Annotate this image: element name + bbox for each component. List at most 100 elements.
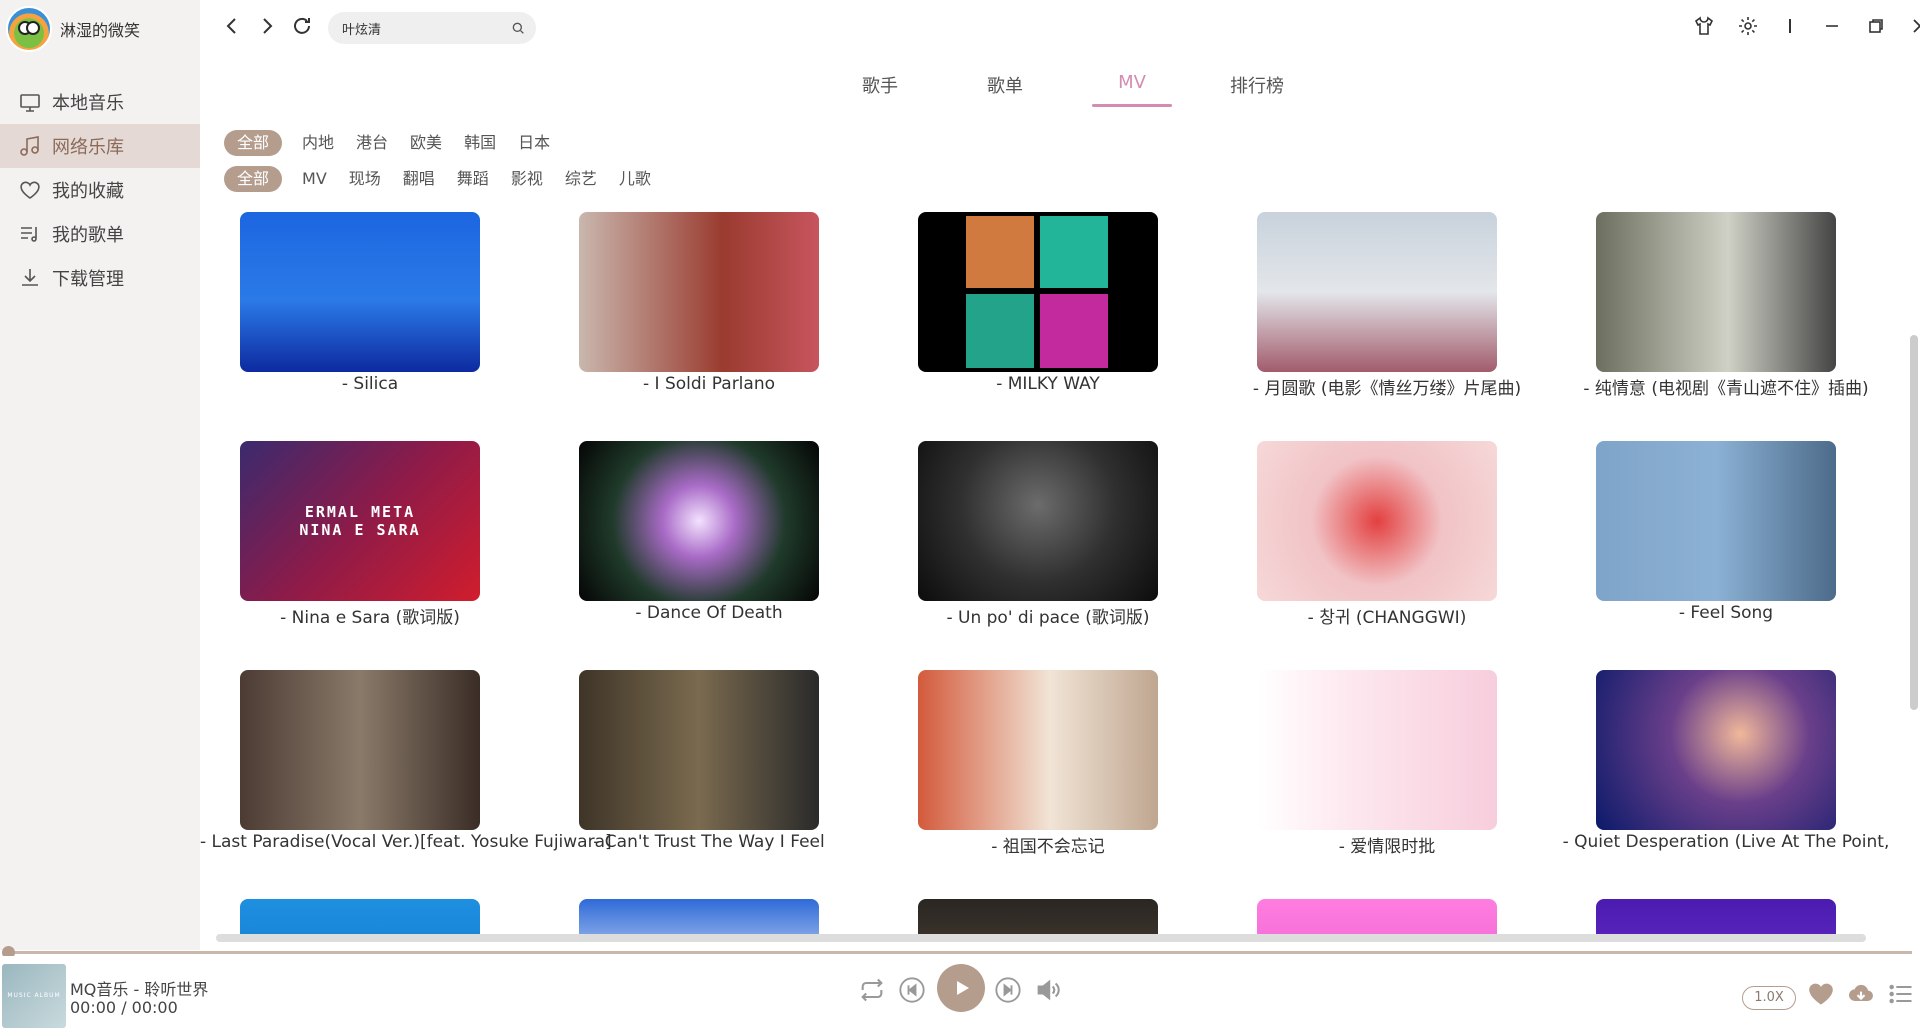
playback-progress-bar[interactable]	[8, 951, 1912, 954]
vertical-scrollbar[interactable]	[1910, 335, 1918, 710]
tab-playlists[interactable]: 歌单	[965, 72, 1045, 98]
sidebar-item-online-library[interactable]: 网络乐库	[0, 124, 200, 168]
mv-thumbnail[interactable]	[1257, 212, 1497, 372]
mv-caption[interactable]: - 祖国不会忘记	[878, 832, 1218, 857]
heart-icon	[1809, 983, 1833, 1005]
playlist-queue-button[interactable]	[1886, 980, 1916, 1008]
play-icon	[957, 981, 969, 995]
mv-caption[interactable]: - 纯情意 (电视剧《青山遮不住》插曲)	[1556, 374, 1896, 399]
minimize-button[interactable]	[1820, 14, 1844, 38]
mv-thumbnail[interactable]	[1596, 441, 1836, 601]
category-chip-kids[interactable]: 儿歌	[619, 166, 651, 192]
chevron-right-icon	[263, 18, 273, 34]
album-cover[interactable]: MUSIC ALBUM	[2, 964, 66, 1028]
search-box[interactable]	[328, 12, 536, 44]
mv-caption[interactable]: - Dance Of Death	[539, 603, 879, 623]
region-chip-japan[interactable]: 日本	[518, 130, 550, 156]
sidebar-item-label: 我的收藏	[52, 181, 124, 202]
mv-thumbnail[interactable]	[240, 212, 480, 372]
mv-thumbnail[interactable]	[240, 670, 480, 830]
skin-button[interactable]	[1692, 14, 1716, 38]
search-input[interactable]	[342, 20, 510, 36]
sidebar: 淋湿的微笑 本地音乐 网络乐库 我的收藏 我的歌单 下载管理	[0, 0, 200, 950]
avatar[interactable]	[6, 6, 52, 52]
mv-caption[interactable]: - Silica	[200, 374, 540, 394]
forward-button[interactable]	[255, 14, 279, 38]
mv-caption[interactable]: - Can't Trust The Way I Feel	[539, 832, 879, 852]
loop-mode-button[interactable]	[858, 976, 886, 1004]
milky-way-art	[966, 216, 1108, 368]
mv-caption[interactable]: - MILKY WAY	[878, 374, 1218, 394]
mv-thumbnail[interactable]	[1596, 670, 1836, 830]
mv-thumbnail[interactable]	[918, 670, 1158, 830]
playback-speed-button[interactable]: 1.0X	[1742, 986, 1796, 1010]
sidebar-item-downloads[interactable]: 下载管理	[0, 256, 200, 300]
mv-thumbnail[interactable]	[1257, 441, 1497, 601]
refresh-icon	[294, 17, 310, 34]
region-filter: 全部 内地 港台 欧美 韩国 日本	[224, 130, 572, 156]
mv-thumbnail[interactable]: ERMAL META NINA E SARA	[240, 441, 480, 601]
mv-thumbnail[interactable]	[918, 899, 1158, 934]
mv-thumbnail[interactable]	[918, 212, 1158, 372]
category-chip-all[interactable]: 全部	[224, 166, 283, 192]
mv-thumbnail[interactable]	[1596, 212, 1836, 372]
tshirt-icon	[1694, 16, 1714, 35]
mv-thumbnail[interactable]	[579, 441, 819, 601]
mv-caption[interactable]: - Un po' di pace (歌词版)	[878, 603, 1218, 628]
category-chip-film[interactable]: 影视	[511, 166, 543, 192]
previous-button[interactable]	[898, 976, 926, 1004]
mv-caption[interactable]: - I Soldi Parlano	[539, 374, 879, 394]
category-chip-variety[interactable]: 综艺	[565, 166, 597, 192]
tab-charts[interactable]: 排行榜	[1217, 72, 1297, 98]
mv-thumbnail[interactable]	[1257, 899, 1497, 934]
divider-icon	[1789, 19, 1791, 33]
close-button[interactable]	[1908, 14, 1920, 38]
tab-singers[interactable]: 歌手	[840, 72, 920, 98]
mv-caption[interactable]: - Feel Song	[1556, 603, 1896, 623]
restore-button[interactable]	[1864, 14, 1888, 38]
region-chip-mainland[interactable]: 内地	[302, 130, 334, 156]
category-chip-cover[interactable]: 翻唱	[403, 166, 435, 192]
mv-caption[interactable]: - Quiet Desperation (Live At The Point,	[1556, 832, 1896, 852]
mv-caption[interactable]: - 창귀 (CHANGGWI)	[1217, 603, 1557, 628]
region-chip-western[interactable]: 欧美	[410, 130, 442, 156]
search-icon[interactable]	[510, 20, 526, 36]
refresh-button[interactable]	[290, 14, 314, 38]
mv-caption[interactable]: - 月圆歌 (电影《情丝万缕》片尾曲)	[1217, 374, 1557, 399]
mv-thumbnail[interactable]	[240, 899, 480, 934]
category-chip-dance[interactable]: 舞蹈	[457, 166, 489, 192]
mv-thumbnail[interactable]	[579, 899, 819, 934]
back-button[interactable]	[220, 14, 244, 38]
sidebar-item-label: 我的歌单	[52, 225, 124, 246]
category-chip-mv[interactable]: MV	[302, 166, 327, 192]
album-cover-text: MUSIC ALBUM	[7, 992, 61, 999]
download-button[interactable]	[1846, 980, 1876, 1008]
restore-icon	[1869, 19, 1883, 33]
mv-thumbnail[interactable]	[579, 212, 819, 372]
mv-thumbnail[interactable]	[918, 441, 1158, 601]
region-chip-korea[interactable]: 韩国	[464, 130, 496, 156]
play-button[interactable]	[937, 964, 985, 1012]
heart-icon	[20, 181, 40, 199]
now-playing-time: 00:00 / 00:00	[70, 998, 178, 1017]
mv-caption[interactable]: - 爱情限时批	[1217, 832, 1557, 857]
volume-button[interactable]	[1034, 976, 1062, 1004]
settings-button[interactable]	[1736, 14, 1760, 38]
tab-mv[interactable]: MV	[1092, 72, 1172, 93]
sidebar-item-playlists[interactable]: 我的歌单	[0, 212, 200, 256]
category-chip-live[interactable]: 现场	[349, 166, 381, 192]
mv-thumbnail[interactable]	[1257, 670, 1497, 830]
thumbnail-title-text: ERMAL META NINA E SARA	[299, 503, 421, 539]
region-chip-hk-tw[interactable]: 港台	[356, 130, 388, 156]
sidebar-item-favorites[interactable]: 我的收藏	[0, 168, 200, 212]
horizontal-scrollbar[interactable]	[216, 934, 1866, 942]
gear-icon	[1739, 17, 1757, 35]
mv-caption[interactable]: - Nina e Sara (歌词版)	[200, 603, 540, 628]
mv-caption[interactable]: - Last Paradise(Vocal Ver.)[feat. Yosuke…	[200, 832, 612, 852]
next-button[interactable]	[994, 976, 1022, 1004]
region-chip-all[interactable]: 全部	[224, 130, 283, 156]
user-profile[interactable]: 淋湿的微笑	[6, 4, 140, 54]
mv-thumbnail[interactable]	[579, 670, 819, 830]
mv-thumbnail[interactable]	[1596, 899, 1836, 934]
like-button[interactable]	[1806, 980, 1836, 1008]
